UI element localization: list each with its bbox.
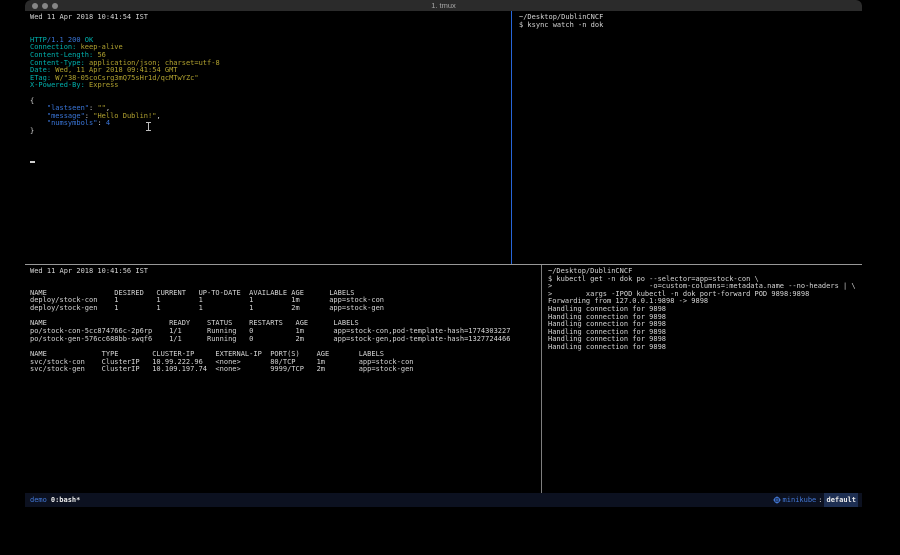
status-right: minikube:default xyxy=(773,493,858,507)
kube-namespace: default xyxy=(824,493,858,507)
deployments-table: NAME DESIRED CURRENT UP-TO-DATE AVAILABL… xyxy=(30,290,546,313)
pane-ksync[interactable]: ~/Desktop/DublinCNCF $ ksync watch -n do… xyxy=(512,11,862,266)
kubectl-timestamp: Wed 11 Apr 2018 10:41:56 IST xyxy=(30,268,546,276)
status-left: demo 0:bash* xyxy=(30,493,80,507)
window-titlebar[interactable]: 1. tmux xyxy=(25,0,862,11)
kubernetes-wheel-icon xyxy=(773,496,781,504)
text-cursor-pointer xyxy=(145,122,152,131)
zoom-button[interactable] xyxy=(52,3,58,9)
tmux-status-bar: demo 0:bash* minikube:default xyxy=(25,493,862,507)
pane-port-forward[interactable]: ~/Desktop/DublinCNCF $ kubectl get -n do… xyxy=(542,265,862,496)
shell-cursor xyxy=(30,161,35,163)
close-button[interactable] xyxy=(32,3,38,9)
window-item-bash[interactable]: 0:bash* xyxy=(51,496,81,504)
traffic-light-buttons xyxy=(32,3,58,9)
ksync-command-output: ~/Desktop/DublinCNCF $ ksync watch -n do… xyxy=(519,14,862,29)
pane-kubectl-get[interactable]: Wed 11 Apr 2018 10:41:56 IST NAME DESIRE… xyxy=(25,265,546,496)
services-table: NAME TYPE CLUSTER-IP EXTERNAL-IP PORT(S)… xyxy=(30,351,546,374)
port-forward-output: ~/Desktop/DublinCNCF $ kubectl get -n do… xyxy=(548,268,862,352)
kube-context: minikube xyxy=(783,493,817,507)
pods-table: NAME READY STATUS RESTARTS AGE LABELS po… xyxy=(30,320,546,343)
context-separator: : xyxy=(818,493,822,507)
pane-http-response[interactable]: Wed 11 Apr 2018 10:41:54 IST HTTP/1.1 20… xyxy=(25,11,516,266)
http-response-output: Wed 11 Apr 2018 10:41:54 IST HTTP/1.1 20… xyxy=(30,14,516,166)
terminal-window: 1. tmux Wed 11 Apr 2018 10:41:54 IST HTT… xyxy=(25,0,862,507)
session-name: demo xyxy=(30,496,47,504)
window-title: 1. tmux xyxy=(25,0,862,11)
tmux-session-area: Wed 11 Apr 2018 10:41:54 IST HTTP/1.1 20… xyxy=(25,11,862,493)
minimize-button[interactable] xyxy=(42,3,48,9)
